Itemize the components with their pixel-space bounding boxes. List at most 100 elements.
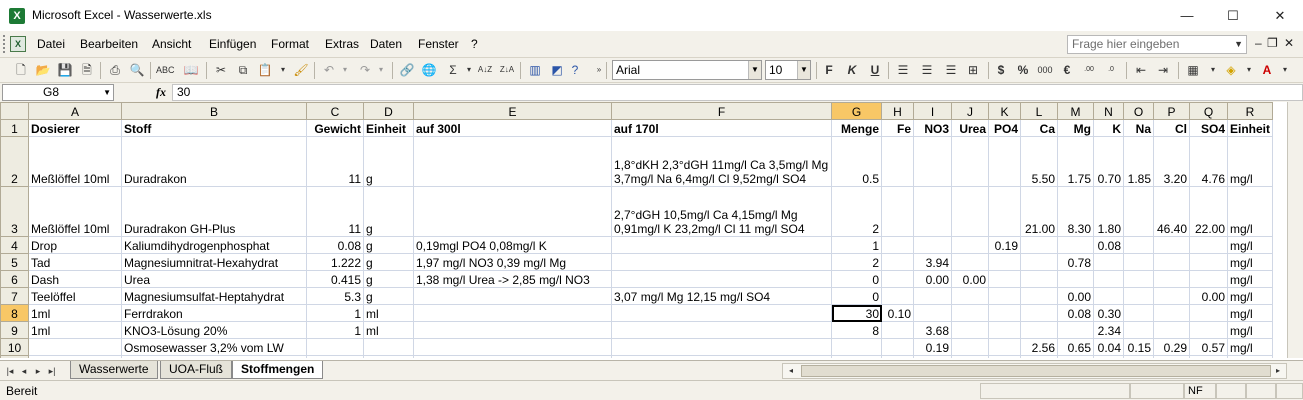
cell-c1[interactable]: Gewicht: [306, 119, 364, 137]
cell-j7[interactable]: [951, 287, 989, 305]
new-document-icon[interactable]: 🗋: [12, 61, 30, 79]
cell-i3[interactable]: [913, 186, 952, 237]
menu-file[interactable]: Datei: [37, 37, 65, 51]
column-header-active[interactable]: G: [831, 102, 882, 120]
cell-k5[interactable]: [988, 253, 1021, 271]
cell-l7[interactable]: [1020, 287, 1058, 305]
cut-icon[interactable]: ✂: [212, 61, 230, 79]
cell-b6[interactable]: Urea: [121, 270, 307, 288]
cell-a9[interactable]: 1ml: [28, 321, 122, 339]
next-sheet-icon[interactable]: ▸: [32, 364, 44, 378]
menu-help[interactable]: ?: [471, 37, 478, 51]
doc-restore-icon[interactable]: ❐: [1267, 36, 1278, 50]
cell-q5[interactable]: [1189, 253, 1228, 271]
cell-l9[interactable]: [1020, 321, 1058, 339]
cell-i11[interactable]: 7.81: [913, 355, 952, 358]
column-header[interactable]: B: [121, 102, 307, 120]
cell-e2[interactable]: [413, 136, 612, 187]
row-header[interactable]: 5: [0, 253, 29, 271]
cell-m10[interactable]: 0.65: [1057, 338, 1094, 356]
cell-m1[interactable]: Mg: [1057, 119, 1094, 137]
cell-b11[interactable]: [121, 355, 307, 358]
row-header[interactable]: 8: [0, 304, 29, 322]
borders-dropdown-icon[interactable]: ▾: [1204, 61, 1222, 79]
cell-e4[interactable]: 0,19mgl PO4 0,08mg/l K: [413, 236, 612, 254]
cell-d10[interactable]: [363, 338, 414, 356]
cell-a10[interactable]: [28, 338, 122, 356]
menu-format[interactable]: Format: [271, 37, 309, 51]
cell-j9[interactable]: [951, 321, 989, 339]
cell-i10[interactable]: 0.19: [913, 338, 952, 356]
decrease-decimal-icon[interactable]: .0: [1102, 61, 1120, 79]
cell-b3[interactable]: Duradrakon GH-Plus: [121, 186, 307, 237]
fill-color-dropdown-icon[interactable]: ▾: [1240, 61, 1258, 79]
cell-e11[interactable]: [413, 355, 612, 358]
cell-p7[interactable]: [1153, 287, 1190, 305]
cell-j1[interactable]: Urea: [951, 119, 989, 137]
cell-p2[interactable]: 3.20: [1153, 136, 1190, 187]
cell-g9[interactable]: 8: [831, 321, 882, 339]
cell-i8[interactable]: [913, 304, 952, 322]
cell-h4[interactable]: [881, 236, 914, 254]
column-header[interactable]: Q: [1189, 102, 1228, 120]
function-icon[interactable]: fx: [156, 85, 166, 100]
row-header[interactable]: 10: [0, 338, 29, 356]
cell-i7[interactable]: [913, 287, 952, 305]
cell-l10[interactable]: 2.56: [1020, 338, 1058, 356]
cell-k2[interactable]: [988, 136, 1021, 187]
row-header[interactable]: 11: [0, 355, 29, 358]
cell-h3[interactable]: [881, 186, 914, 237]
cell-g8[interactable]: 30: [831, 304, 882, 322]
row-header[interactable]: 1: [0, 119, 29, 137]
bold-icon[interactable]: F: [820, 61, 838, 79]
cell-f8[interactable]: [611, 304, 832, 322]
cell-r1[interactable]: Einheit: [1226, 119, 1274, 137]
cell-d5[interactable]: g: [363, 253, 414, 271]
cell-k7[interactable]: [988, 287, 1021, 305]
cell-g11[interactable]: [831, 355, 882, 358]
cell-k10[interactable]: [988, 338, 1021, 356]
chevron-down-icon[interactable]: ▼: [1234, 36, 1243, 53]
cell-b7[interactable]: Magnesiumsulfat-Heptahydrat: [121, 287, 307, 305]
document-icon[interactable]: X: [10, 36, 26, 52]
cell-g3[interactable]: 2: [831, 186, 882, 237]
cell-c10[interactable]: [306, 338, 364, 356]
cell-o7[interactable]: [1123, 287, 1154, 305]
cell-i2[interactable]: [913, 136, 952, 187]
cell-j8[interactable]: [951, 304, 989, 322]
research-icon[interactable]: 📖: [182, 61, 200, 79]
cell-g4[interactable]: 1: [831, 236, 882, 254]
cell-a7[interactable]: Teelöffel: [28, 287, 122, 305]
column-header[interactable]: E: [413, 102, 612, 120]
select-all-corner[interactable]: [0, 102, 29, 120]
cell-q4[interactable]: [1189, 236, 1228, 254]
cell-p1[interactable]: Cl: [1153, 119, 1190, 137]
cell-o11[interactable]: 2.00: [1123, 355, 1154, 358]
cell-b4[interactable]: Kaliumdihydrogenphosphat: [121, 236, 307, 254]
menu-grip[interactable]: [3, 35, 6, 53]
menu-insert[interactable]: Einfügen: [209, 37, 256, 51]
decrease-indent-icon[interactable]: ⇤: [1132, 61, 1150, 79]
cell-e10[interactable]: [413, 338, 612, 356]
cell-g7[interactable]: 0: [831, 287, 882, 305]
cell-o6[interactable]: [1123, 270, 1154, 288]
sheet-tab-uoa-fluss[interactable]: UOA-Fluß: [160, 361, 232, 379]
cell-n4[interactable]: 0.08: [1093, 236, 1124, 254]
cell-o1[interactable]: Na: [1123, 119, 1154, 137]
cell-n8[interactable]: 0.30: [1093, 304, 1124, 322]
cell-c5[interactable]: 1.222: [306, 253, 364, 271]
align-right-icon[interactable]: ☰: [942, 61, 960, 79]
cell-g10[interactable]: [831, 338, 882, 356]
fill-color-icon[interactable]: ◈: [1222, 61, 1240, 79]
row-header[interactable]: 4: [0, 236, 29, 254]
cell-a8[interactable]: 1ml: [28, 304, 122, 322]
cell-m4[interactable]: [1057, 236, 1094, 254]
excel-app-icon[interactable]: X: [9, 8, 25, 24]
cell-j4[interactable]: [951, 236, 989, 254]
cell-j11[interactable]: 0.00: [951, 355, 989, 358]
cell-f11[interactable]: [611, 355, 832, 358]
cell-a1[interactable]: Dosierer: [28, 119, 122, 137]
cell-f1[interactable]: auf 170l: [611, 119, 832, 137]
menu-view[interactable]: Ansicht: [152, 37, 191, 51]
column-header[interactable]: L: [1020, 102, 1058, 120]
